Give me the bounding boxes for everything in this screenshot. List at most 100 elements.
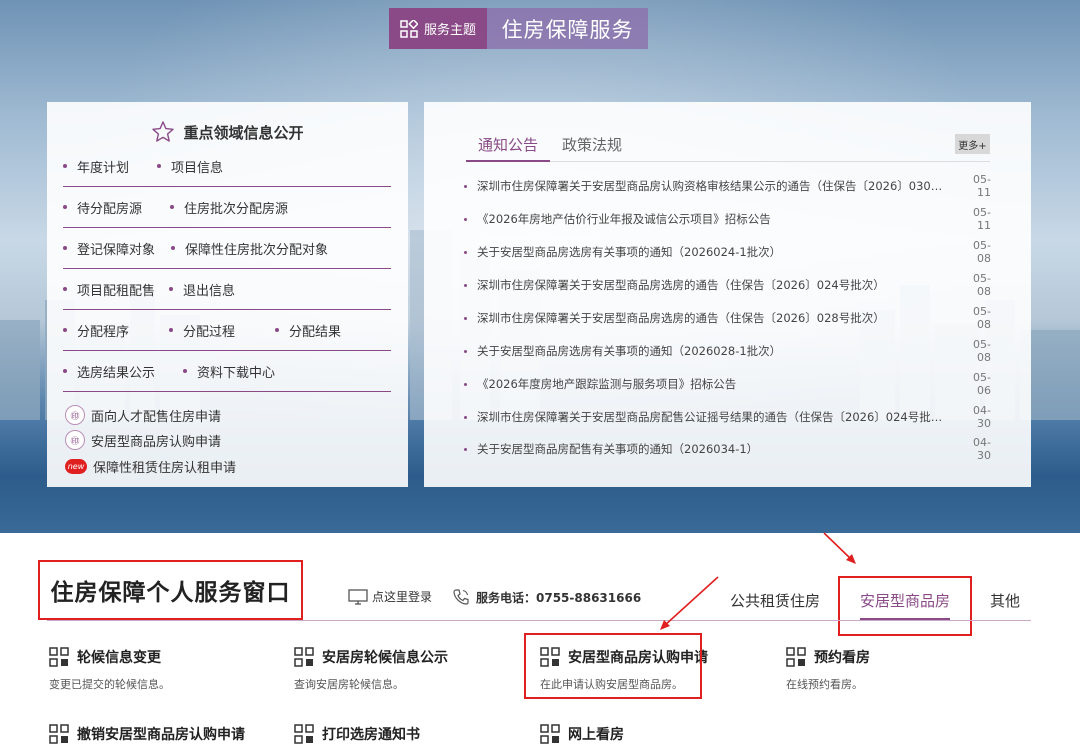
service-item-cancel-apply[interactable]: 撤销安居型商品房认购申请: [49, 724, 245, 744]
highlight-box-tab: [838, 576, 972, 636]
focus-link-allocation[interactable]: 项目配租配售: [63, 280, 155, 299]
focus-row: 待分配房源 住房批次分配房源: [63, 187, 391, 228]
news-item[interactable]: 《2026年房地产估价行业年报及诚信公示项目》招标公告 05-11: [464, 206, 991, 232]
news-tabs: 通知公告 政策法规: [466, 132, 990, 162]
focus-link-pending-housing[interactable]: 待分配房源: [63, 198, 142, 217]
focus-row: 登记保障对象 保障性住房批次分配对象: [63, 228, 391, 269]
service-grid-icon: [294, 647, 314, 667]
service-window-title: 住房保障个人服务窗口: [38, 560, 303, 620]
arrow-to-apply: [660, 576, 719, 630]
service-item-desc: 变更已提交的轮候信息。: [49, 678, 170, 691]
service-item-header: 轮候信息变更: [49, 647, 170, 667]
focus-row: 项目配租配售 退出信息: [63, 269, 391, 310]
apply-talent-housing[interactable]: ㊞ 面向人才配售住房申请: [65, 405, 221, 425]
focus-info-title: 重点领域信息公开: [47, 120, 408, 144]
news-item[interactable]: 深圳市住房保障署关于安居型商品房配售公证摇号结果的通告（住保告〔2026〕024…: [464, 404, 991, 430]
service-item-header: 预约看房: [786, 647, 870, 667]
login-label: 点这里登录: [372, 590, 433, 604]
more-button[interactable]: 更多+: [955, 134, 990, 154]
service-item-waitlist-public[interactable]: 安居房轮候信息公示 查询安居房轮候信息。: [294, 647, 448, 692]
new-badge-icon: new: [65, 459, 87, 474]
service-item-desc: 在线预约看房。: [786, 678, 863, 691]
news-title[interactable]: 关于安居型商品房选房有关事项的通知（2026028-1批次）: [477, 343, 963, 359]
service-divider: [47, 620, 1031, 621]
focus-link-selection-result[interactable]: 选房结果公示: [63, 362, 155, 381]
focus-link-downloads[interactable]: 资料下载中心: [183, 362, 275, 381]
tab-other[interactable]: 其他: [990, 590, 1020, 611]
apply-label: 安居型商品房认购申请: [91, 434, 222, 450]
phone-icon: [453, 589, 469, 605]
service-item-title: 撤销安居型商品房认购申请: [77, 727, 245, 743]
service-phone: 服务电话：0755-88631666: [452, 588, 641, 606]
service-topic-label: 服务主题: [423, 23, 476, 38]
news-card: 通知公告 政策法规 更多+ 深圳市住房保障署关于安居型商品房认购资格审核结果公示…: [424, 102, 1031, 487]
focus-info-title-text: 重点领域信息公开: [183, 123, 304, 142]
service-grid-icon: [49, 724, 69, 744]
service-item-title: 网上看房: [568, 727, 624, 743]
seal-icon: ㊞: [65, 430, 85, 450]
news-date: 05-08: [973, 272, 991, 298]
service-grid-icon: [49, 647, 69, 667]
news-title[interactable]: 深圳市住房保障署关于安居型商品房选房的通告（住保告〔2026〕024号批次）: [477, 277, 963, 293]
service-grid-icon: [786, 647, 806, 667]
star-icon: [152, 121, 175, 142]
apply-label: 面向人才配售住房申请: [91, 409, 222, 425]
focus-link-process[interactable]: 分配过程: [169, 321, 235, 340]
news-item[interactable]: 深圳市住房保障署关于安居型商品房选房的通告（住保告〔2026〕024号批次） 0…: [464, 272, 991, 298]
tab-policies[interactable]: 政策法规: [550, 132, 634, 162]
service-item-header: 网上看房: [540, 724, 624, 744]
news-title[interactable]: 关于安居型商品房选房有关事项的通知（2026024-1批次）: [477, 244, 963, 260]
news-item[interactable]: 关于安居型商品房选房有关事项的通知（2026028-1批次） 05-08: [464, 338, 991, 364]
focus-row: 年度计划 项目信息: [63, 146, 391, 187]
highlight-box-apply: [524, 633, 702, 699]
service-topic-tag: 服务主题: [389, 8, 487, 49]
service-item-print-notice[interactable]: 打印选房通知书: [294, 724, 420, 744]
service-item-desc: 查询安居房轮候信息。: [294, 678, 404, 691]
service-topic-banner: 服务主题 住房保障服务: [389, 8, 648, 49]
focus-info-card: 重点领域信息公开 年度计划 项目信息 待分配房源 住房批次分配房源 登记保障对象…: [47, 102, 408, 487]
service-item-title: 安居房轮候信息公示: [322, 650, 448, 666]
service-grid-icon: [294, 724, 314, 744]
focus-link-result[interactable]: 分配结果: [275, 321, 341, 340]
apply-label: 保障性租赁住房认租申请: [93, 461, 237, 476]
apply-rental-housing[interactable]: new 保障性租赁住房认租申请: [65, 457, 236, 476]
news-item[interactable]: 关于安居型商品房选房有关事项的通知（2026024-1批次） 05-08: [464, 239, 991, 265]
news-title[interactable]: 深圳市住房保障署关于安居型商品房配售公证摇号结果的通告（住保告〔2026〕024…: [477, 409, 963, 425]
service-item-viewing-appointment[interactable]: 预约看房 在线预约看房。: [786, 647, 870, 692]
phone-label: 服务电话：0755-88631666: [476, 590, 642, 605]
apply-anju-housing[interactable]: ㊞ 安居型商品房认购申请: [65, 430, 221, 450]
service-grid-icon: [540, 724, 560, 744]
news-date: 04-30: [973, 436, 991, 462]
news-date: 05-08: [973, 305, 991, 331]
service-item-waitlist-change[interactable]: 轮候信息变更 变更已提交的轮候信息。: [49, 647, 170, 692]
news-title[interactable]: 《2026年房地产估价行业年报及诚信公示项目》招标公告: [477, 211, 963, 227]
page-title: 住房保障服务: [487, 8, 648, 49]
tab-public-rental[interactable]: 公共租赁住房: [730, 590, 820, 611]
focus-link-batch-housing[interactable]: 住房批次分配房源: [170, 198, 288, 217]
service-item-title: 轮候信息变更: [77, 650, 161, 666]
focus-link-registered-objects[interactable]: 登记保障对象: [63, 239, 155, 258]
news-title[interactable]: 深圳市住房保障署关于安居型商品房认购资格审核结果公示的通告（住保告〔2026〕0…: [477, 178, 963, 194]
tab-notices[interactable]: 通知公告: [466, 132, 551, 162]
login-link[interactable]: 点这里登录: [348, 588, 432, 605]
news-title[interactable]: 《2026年度房地产跟踪监测与服务项目》招标公告: [477, 376, 963, 392]
service-item-title: 打印选房通知书: [322, 727, 420, 743]
focus-row: 分配程序 分配过程 分配结果: [63, 310, 391, 351]
news-title[interactable]: 关于安居型商品房配售有关事项的通知（2026034-1）: [477, 441, 963, 457]
news-item[interactable]: 深圳市住房保障署关于安居型商品房选房的通告（住保告〔2026〕028号批次） 0…: [464, 305, 991, 331]
service-item-header: 撤销安居型商品房认购申请: [49, 724, 245, 744]
focus-link-batch-objects[interactable]: 保障性住房批次分配对象: [171, 239, 328, 258]
focus-link-project-info[interactable]: 项目信息: [157, 157, 223, 176]
news-title[interactable]: 深圳市住房保障署关于安居型商品房选房的通告（住保告〔2026〕028号批次）: [477, 310, 963, 326]
news-item[interactable]: 深圳市住房保障署关于安居型商品房认购资格审核结果公示的通告（住保告〔2026〕0…: [464, 173, 991, 199]
focus-link-annual-plan[interactable]: 年度计划: [63, 157, 129, 176]
focus-link-exit-info[interactable]: 退出信息: [169, 280, 235, 299]
news-item[interactable]: 关于安居型商品房配售有关事项的通知（2026034-1） 04-30: [464, 436, 991, 462]
focus-link-procedure[interactable]: 分配程序: [63, 321, 129, 340]
news-item[interactable]: 《2026年度房地产跟踪监测与服务项目》招标公告 05-06: [464, 371, 991, 397]
service-item-title: 预约看房: [814, 650, 870, 666]
news-date: 04-30: [973, 404, 991, 430]
monitor-icon: [348, 588, 368, 605]
service-item-header: 打印选房通知书: [294, 724, 420, 744]
service-item-online-viewing[interactable]: 网上看房: [540, 724, 624, 744]
